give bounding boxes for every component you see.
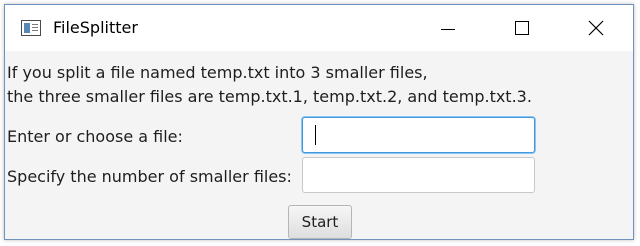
app-window-icon [21, 20, 41, 36]
window-title: FileSplitter [53, 18, 138, 37]
file-input[interactable] [302, 117, 535, 153]
file-label: Enter or choose a file: [7, 127, 183, 146]
file-count-label: Specify the number of smaller files: [7, 167, 292, 186]
description-line-1: If you split a file named temp.txt into … [7, 63, 428, 82]
filesplitter-window: FileSplitter If you split a file named t… [4, 4, 634, 240]
maximize-button[interactable] [499, 5, 545, 51]
close-icon [588, 20, 604, 36]
maximize-icon [515, 21, 529, 35]
text-caret [315, 125, 316, 145]
close-button[interactable] [573, 5, 619, 51]
description-line-2: the three smaller files are temp.txt.1, … [7, 87, 532, 106]
start-button[interactable]: Start [288, 205, 352, 239]
minimize-button[interactable] [425, 5, 471, 51]
title-bar[interactable]: FileSplitter [5, 5, 633, 51]
minimize-icon [441, 29, 455, 30]
file-count-input[interactable] [302, 157, 535, 193]
